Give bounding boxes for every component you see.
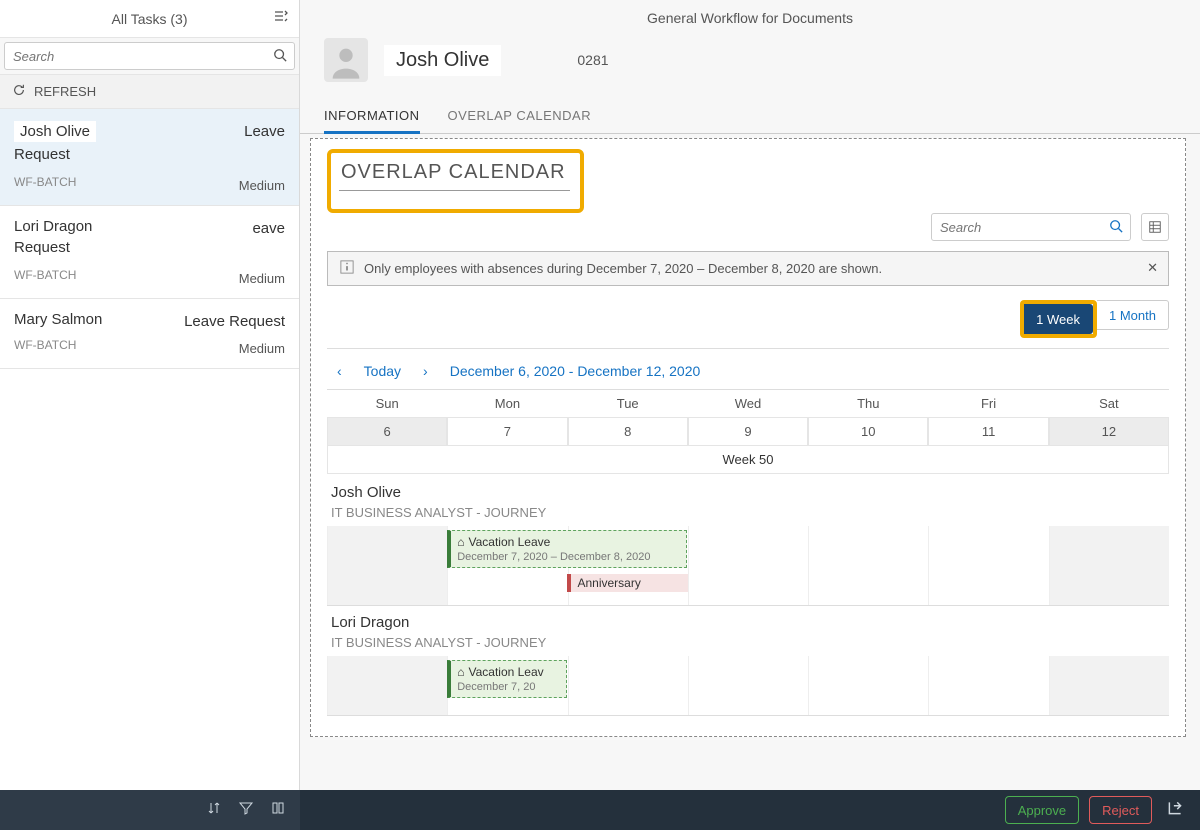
info-message: Only employees with absences during Dece… — [364, 261, 882, 276]
event-anniversary[interactable]: Anniversary — [567, 574, 687, 592]
task-priority: Medium — [239, 341, 285, 356]
search-icon[interactable] — [273, 48, 287, 67]
today-button[interactable]: Today — [364, 363, 401, 379]
date-range: December 6, 2020 - December 12, 2020 — [450, 363, 701, 379]
event-title: Vacation Leav — [468, 665, 543, 679]
calendar-person-name: Lori Dragon — [331, 614, 1169, 631]
next-icon[interactable]: › — [419, 359, 432, 383]
task-item[interactable]: Lori Dragon eave Request WF-BATCH Medium — [0, 206, 299, 299]
refresh-button[interactable]: REFRESH — [0, 75, 299, 109]
settings-icon[interactable] — [273, 8, 289, 27]
task-item[interactable]: Mary Salmon Leave Request WF-BATCH Mediu… — [0, 299, 299, 369]
day-number[interactable]: 10 — [808, 417, 928, 446]
task-name: Lori Dragon — [14, 218, 285, 235]
search-input[interactable] — [4, 42, 295, 70]
toggle-1-month[interactable]: 1 Month — [1097, 300, 1169, 330]
calendar-search — [931, 213, 1131, 241]
event-title: Vacation Leave — [468, 535, 550, 549]
person-number: 0281 — [577, 52, 608, 68]
day-number[interactable]: 11 — [928, 417, 1048, 446]
event-dates: December 7, 20 — [457, 681, 560, 693]
calendar-header: Sun Mon Tue Wed Thu Fri Sat 6 7 8 9 10 1… — [327, 389, 1169, 446]
dow: Sat — [1049, 389, 1169, 417]
day-number[interactable]: 8 — [568, 417, 688, 446]
task-request: Request — [14, 146, 285, 163]
dow: Fri — [928, 389, 1048, 417]
dow: Tue — [568, 389, 688, 417]
task-sidebar: All Tasks (3) REFRESH Josh Olive Leav — [0, 0, 300, 790]
dow: Sun — [327, 389, 447, 417]
info-icon — [340, 260, 354, 277]
approve-button[interactable]: Approve — [1005, 796, 1079, 824]
calendar-person: Josh Olive IT BUSINESS ANALYST - JOURNEY — [331, 484, 1169, 520]
task-type: Leave Request — [184, 313, 285, 330]
task-name: Josh Olive — [14, 121, 96, 142]
calendar-person: Lori Dragon IT BUSINESS ANALYST - JOURNE… — [331, 614, 1169, 650]
event-dates: December 7, 2020 – December 8, 2020 — [457, 551, 680, 563]
day-number[interactable]: 6 — [327, 417, 447, 446]
section-title: OVERLAP CALENDAR — [339, 157, 570, 191]
overlap-panel: OVERLAP CALENDAR — [310, 138, 1186, 737]
calendar-lane: ⌂ Vacation Leav December 7, 20 — [327, 656, 1169, 716]
calendar-person-role: IT BUSINESS ANALYST - JOURNEY — [331, 505, 1169, 520]
calendar-person-role: IT BUSINESS ANALYST - JOURNEY — [331, 635, 1169, 650]
dow: Mon — [447, 389, 567, 417]
info-message-bar: Only employees with absences during Dece… — [327, 251, 1169, 286]
sort-icon[interactable] — [206, 800, 222, 821]
calendar-search-input[interactable] — [931, 213, 1131, 241]
task-batch: WF-BATCH — [14, 268, 76, 282]
share-icon[interactable] — [1162, 799, 1188, 822]
calendar-person-name: Josh Olive — [331, 484, 1169, 501]
sidebar-header: All Tasks (3) — [0, 0, 299, 38]
home-icon: ⌂ — [457, 535, 464, 549]
highlight-week-toggle: 1 Week — [1020, 300, 1097, 338]
sidebar-title: All Tasks (3) — [112, 11, 188, 27]
person-header: Josh Olive 0281 — [300, 32, 1200, 96]
task-item[interactable]: Josh Olive Leave Request WF-BATCH Medium — [0, 109, 299, 206]
workflow-title: General Workflow for Documents — [300, 0, 1200, 32]
highlight-section-title: OVERLAP CALENDAR — [327, 149, 584, 213]
group-icon[interactable] — [270, 800, 286, 821]
footer-bar: Approve Reject — [0, 790, 1200, 830]
content-area: General Workflow for Documents Josh Oliv… — [300, 0, 1200, 790]
search-icon[interactable] — [1109, 219, 1123, 238]
reject-button[interactable]: Reject — [1089, 796, 1152, 824]
person-name: Josh Olive — [384, 45, 501, 76]
home-icon: ⌂ — [457, 665, 464, 679]
avatar — [324, 38, 368, 82]
dow: Thu — [808, 389, 928, 417]
filter-icon[interactable] — [238, 800, 254, 821]
task-batch: WF-BATCH — [14, 175, 76, 189]
task-type: eave — [252, 220, 285, 237]
task-batch: WF-BATCH — [14, 338, 76, 352]
task-priority: Medium — [239, 178, 285, 193]
tab-information[interactable]: INFORMATION — [324, 100, 420, 134]
dow: Wed — [688, 389, 808, 417]
tab-bar: INFORMATION OVERLAP CALENDAR — [300, 96, 1200, 134]
range-toggle: 1 Week 1 Month — [1020, 300, 1169, 338]
week-label: Week 50 — [327, 446, 1169, 474]
prev-icon[interactable]: ‹ — [333, 359, 346, 383]
list-view-button[interactable] — [1141, 213, 1169, 241]
refresh-label: REFRESH — [34, 84, 96, 99]
sidebar-search — [0, 38, 299, 75]
toggle-1-week[interactable]: 1 Week — [1024, 304, 1093, 334]
event-vacation[interactable]: ⌂ Vacation Leav December 7, 20 — [447, 660, 567, 698]
tab-overlap-calendar[interactable]: OVERLAP CALENDAR — [448, 100, 592, 133]
day-number[interactable]: 7 — [447, 417, 567, 446]
task-type: Leave — [244, 123, 285, 140]
refresh-icon — [12, 83, 26, 100]
calendar-lane: ⌂ Vacation Leave December 7, 2020 – Decem… — [327, 526, 1169, 606]
event-title: Anniversary — [577, 576, 640, 590]
close-icon[interactable]: ✕ — [1147, 260, 1158, 276]
event-vacation[interactable]: ⌂ Vacation Leave December 7, 2020 – Decem… — [447, 530, 687, 568]
task-request: Request — [14, 239, 285, 256]
day-number[interactable]: 12 — [1049, 417, 1169, 446]
task-priority: Medium — [239, 271, 285, 286]
calendar-nav: ‹ Today › December 6, 2020 - December 12… — [327, 355, 1169, 389]
day-number[interactable]: 9 — [688, 417, 808, 446]
